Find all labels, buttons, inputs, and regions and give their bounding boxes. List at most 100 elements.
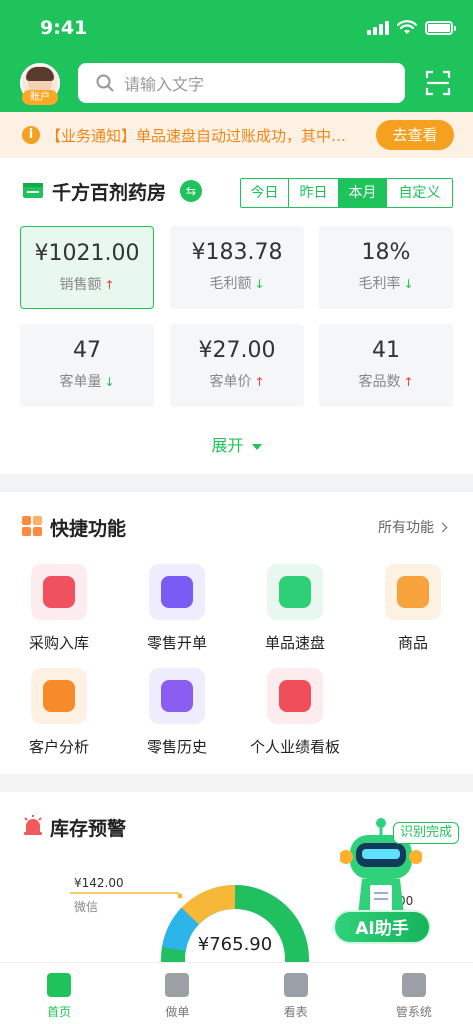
quick-icon-glyph — [43, 576, 75, 608]
quick-icon-glyph — [161, 576, 193, 608]
quick-item[interactable]: 商品 — [354, 564, 472, 653]
quick-item-label: 零售开单 — [146, 634, 207, 652]
period-tab[interactable]: 本月 — [339, 179, 387, 207]
metric-value: ¥1021.00 — [34, 241, 140, 266]
metric-label: 客品数 ↑ — [358, 374, 414, 390]
donut-center-value: ¥765.90 — [197, 934, 273, 955]
ai-recognized-badge: 识别完成 — [393, 822, 460, 844]
all-functions-label: 所有功能 — [378, 520, 434, 536]
store-summary-card: 千方百剂药房 ⇆ 今日 昨日 本月 自定义 ¥1021.00 销售额 ↑ ¥183.78 毛利… — [0, 158, 473, 474]
caret-down-icon — [251, 443, 262, 450]
notice-bar[interactable]: i 【业务通知】单品速盘自动过账成功，其中… 去查看 — [0, 112, 473, 158]
metric-label: 销售额 ↑ — [59, 277, 115, 293]
quick-item-label: 零售历史 — [146, 738, 207, 756]
quick-title: 快捷功能 — [50, 518, 127, 540]
quick-icon-glyph — [279, 576, 311, 608]
period-tab[interactable]: 自定义 — [387, 179, 452, 207]
tab-item[interactable]: 看表 — [237, 963, 355, 1024]
arrow-down-icon: ↓ — [403, 277, 414, 291]
tab-item[interactable]: 首页 — [0, 963, 118, 1024]
status-icons — [367, 20, 456, 36]
alarm-icon — [24, 815, 42, 835]
metric-card[interactable]: 47 客单量 ↓ — [20, 324, 154, 407]
metric-card[interactable]: 41 客品数 ↑ — [319, 324, 453, 407]
arrow-up-icon: ↑ — [254, 375, 265, 389]
account-tag[interactable]: 账户 — [22, 90, 58, 105]
switch-store-icon[interactable]: ⇆ — [180, 180, 202, 202]
tab-label: 管系统 — [395, 1005, 432, 1019]
metric-label: 毛利额 ↓ — [209, 276, 265, 292]
search-placeholder: 请输入文字 — [124, 75, 205, 94]
quick-item-label: 采购入库 — [28, 634, 89, 652]
store-name: 千方百剂药房 — [52, 182, 167, 204]
period-tab[interactable]: 昨日 — [289, 179, 339, 207]
quick-item[interactable]: 零售开单 — [118, 564, 236, 653]
quick-functions-card: 快捷功能 所有功能 采购入库 零售开单 单品速盘 商品客户分析 零售历史 个人业绩看板 — [0, 492, 473, 774]
metric-card[interactable]: ¥27.00 客单价 ↑ — [170, 324, 304, 407]
expand-label: 展开 — [211, 436, 244, 455]
quick-icon-glyph — [43, 680, 75, 712]
notice-text: 【业务通知】单品速盘自动过账成功，其中… — [46, 126, 347, 145]
ai-assistant-button[interactable]: AI助手 — [333, 910, 431, 944]
search-icon — [96, 74, 114, 92]
metric-value: ¥183.78 — [191, 240, 283, 265]
metric-label: 客单量 ↓ — [59, 374, 115, 390]
tab-item[interactable]: 管系统 — [355, 963, 473, 1024]
period-tab[interactable]: 今日 — [241, 179, 289, 207]
expand-button[interactable]: 展开 — [0, 432, 473, 456]
arrow-up-icon: ↑ — [104, 278, 115, 292]
tab-item[interactable]: 做单 — [118, 963, 236, 1024]
metric-card[interactable]: 18% 毛利率 ↓ — [319, 226, 453, 309]
metric-value: 41 — [372, 338, 400, 363]
quick-item[interactable]: 客户分析 — [0, 668, 118, 757]
report-icon — [283, 973, 308, 997]
arrow-down-icon: ↓ — [104, 375, 115, 389]
quick-icon-glyph — [279, 680, 311, 712]
quick-icon-glyph — [161, 680, 193, 712]
tab-label: 做单 — [165, 1005, 190, 1019]
quick-item[interactable]: 单品速盘 — [236, 564, 354, 653]
arrow-down-icon: ↓ — [254, 277, 265, 291]
chevron-right-icon — [437, 522, 448, 532]
all-functions-link[interactable]: 所有功能 — [378, 517, 448, 537]
tab-label: 看表 — [283, 1005, 308, 1019]
period-selector: 今日 昨日 本月 自定义 — [240, 178, 453, 208]
grid-icon — [22, 516, 42, 536]
settings-icon — [401, 973, 426, 997]
status-time: 9:41 — [40, 17, 88, 39]
metric-card[interactable]: ¥183.78 毛利额 ↓ — [170, 226, 304, 309]
signal-icon — [367, 21, 389, 35]
scan-icon[interactable] — [425, 70, 451, 96]
metric-label: 毛利率 ↓ — [358, 276, 414, 292]
arrow-up-icon: ↑ — [403, 375, 414, 389]
quick-item[interactable]: 采购入库 — [0, 564, 118, 653]
metric-value: 18% — [361, 240, 411, 265]
metric-value: 47 — [73, 338, 101, 363]
bag-icon — [385, 564, 441, 620]
quick-item-label: 商品 — [397, 634, 428, 652]
order-icon — [165, 973, 190, 997]
quick-item[interactable]: 个人业绩看板 — [236, 668, 354, 757]
tab-label: 首页 — [47, 1005, 72, 1019]
calendar-chart-icon — [267, 668, 323, 724]
store-icon — [23, 183, 43, 198]
bottom-tab-bar: 首页 做单 看表 管系统 — [0, 962, 473, 1024]
history-bag-icon — [149, 668, 205, 724]
metric-value: ¥27.00 — [198, 338, 276, 363]
customer-icon — [31, 668, 87, 724]
status-bar: 9:41 — [0, 0, 473, 58]
metric-label: 客单价 ↑ — [209, 374, 265, 390]
search-input[interactable]: 请输入文字 — [78, 63, 405, 103]
quick-icon-glyph — [397, 576, 429, 608]
wifi-icon — [397, 20, 417, 34]
quick-item[interactable]: 零售历史 — [118, 668, 236, 757]
box-search-icon — [267, 564, 323, 620]
notice-view-button[interactable]: 去查看 — [376, 120, 454, 150]
quick-item-label: 个人业绩看板 — [249, 738, 340, 756]
quick-item-label: 单品速盘 — [264, 634, 325, 652]
metric-card[interactable]: ¥1021.00 销售额 ↑ — [20, 226, 154, 309]
home-icon — [47, 973, 72, 997]
info-icon: i — [22, 126, 40, 144]
quick-item-label: 客户分析 — [28, 738, 89, 756]
battery-icon — [425, 21, 456, 35]
